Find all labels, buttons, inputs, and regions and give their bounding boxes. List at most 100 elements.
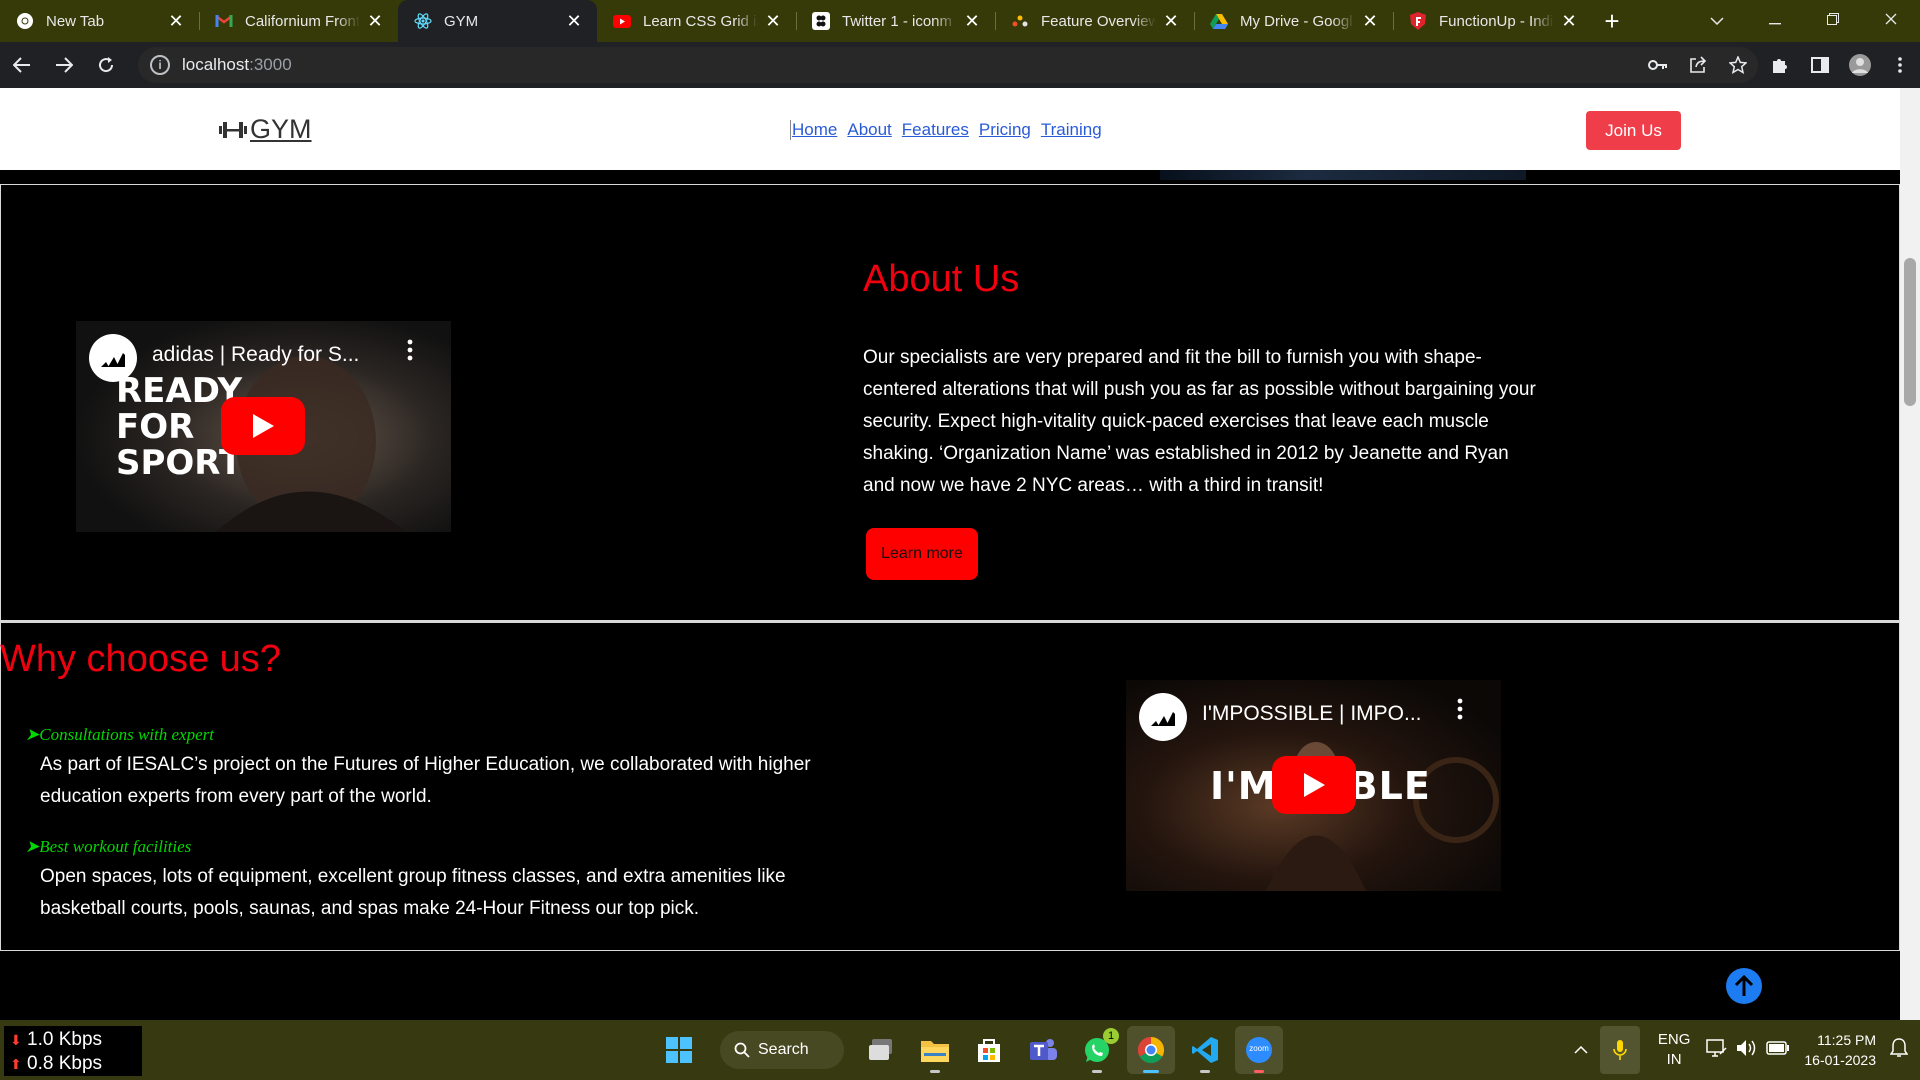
feature-title-text: Best workout facilities — [39, 837, 192, 856]
clock-date: 16-01-2023 — [1804, 1052, 1876, 1068]
gmail-icon — [215, 12, 233, 30]
restore-icon[interactable] — [1804, 12, 1862, 30]
key-icon[interactable] — [1638, 60, 1678, 70]
nav-link-features[interactable]: Features — [901, 120, 969, 140]
youtube-play-icon[interactable] — [221, 397, 305, 455]
profile-avatar[interactable] — [1840, 54, 1880, 76]
page-viewport: GYM Home About Features Pricing Training… — [0, 88, 1920, 1020]
whatsapp-icon[interactable]: 1 — [1073, 1026, 1121, 1074]
scroll-to-top-button[interactable] — [1726, 968, 1762, 1004]
windows-start-icon[interactable] — [655, 1026, 703, 1074]
desktop: New Tab ✕ Californium Front ✕ GYM ✕ Lear… — [0, 0, 1920, 1080]
tab-californium[interactable]: Californium Front ✕ — [199, 0, 398, 42]
close-window-icon[interactable] — [1862, 12, 1920, 30]
nav-link-training[interactable]: Training — [1040, 120, 1102, 140]
youtube-icon — [613, 12, 631, 30]
microsoft-store-icon[interactable] — [965, 1026, 1013, 1074]
taskbar-search[interactable]: Search — [720, 1031, 844, 1069]
feature-text: Open spaces, lots of equipment, excellen… — [40, 866, 786, 919]
tab-title: Californium Front — [245, 12, 360, 30]
scrollbar-thumb[interactable] — [1904, 258, 1916, 406]
reload-icon[interactable] — [86, 45, 126, 85]
chrome-menu-icon[interactable] — [1880, 57, 1920, 73]
extensions-puzzle-icon[interactable] — [1760, 56, 1800, 74]
tab-search-chevron-icon[interactable] — [1688, 12, 1746, 30]
file-explorer-icon[interactable] — [911, 1026, 959, 1074]
video-title: I'MPOSSIBLE | IMPO... — [1202, 702, 1422, 725]
battery-icon[interactable] — [1766, 1040, 1790, 1060]
nav-link-home[interactable]: Home — [791, 120, 837, 140]
overlay-line: FOR — [116, 407, 195, 447]
close-tab-icon[interactable]: ✕ — [1162, 11, 1180, 31]
url-port: :3000 — [249, 55, 292, 74]
react-icon — [414, 12, 432, 30]
close-tab-icon[interactable]: ✕ — [1361, 11, 1379, 31]
download-arrow-icon: ⬇ — [10, 1032, 22, 1048]
youtube-play-icon[interactable] — [1272, 756, 1356, 814]
site-info-icon[interactable]: i — [150, 55, 170, 75]
region-code: IN — [1666, 1051, 1682, 1068]
tab-new-tab[interactable]: New Tab ✕ — [0, 0, 199, 42]
teams-icon[interactable] — [1019, 1026, 1067, 1074]
feature-title: ➤Best workout facilities — [25, 837, 191, 857]
arrow-bullet-icon: ➤ — [25, 837, 40, 856]
close-tab-icon[interactable]: ✕ — [764, 11, 782, 31]
close-tab-icon[interactable]: ✕ — [167, 11, 185, 31]
gym-logo[interactable]: GYM — [218, 114, 312, 145]
adidas-channel-icon — [1139, 693, 1187, 741]
side-panel-icon[interactable] — [1800, 57, 1840, 73]
tab-my-drive[interactable]: My Drive - Googl ✕ — [1194, 0, 1393, 42]
close-tab-icon[interactable]: ✕ — [1560, 11, 1578, 31]
video-menu-icon[interactable] — [407, 339, 413, 361]
notifications-icon[interactable] — [1889, 1037, 1909, 1063]
share-icon[interactable] — [1678, 56, 1718, 74]
tab-title: My Drive - Googl — [1240, 12, 1353, 30]
new-tab-button[interactable]: + — [1592, 0, 1632, 42]
dumbbell-icon — [219, 121, 247, 138]
net-down-speed: 1.0 Kbps — [27, 1029, 103, 1050]
volume-icon[interactable] — [1736, 1039, 1758, 1062]
task-view-icon[interactable] — [857, 1026, 905, 1074]
chrome-taskbar-icon[interactable] — [1127, 1026, 1175, 1074]
logo-text: GYM — [250, 114, 312, 144]
zoom-icon[interactable]: zoom — [1235, 1026, 1283, 1074]
nav-link-about[interactable]: About — [846, 120, 891, 140]
tab-title: Feature Overview — [1041, 12, 1156, 30]
learn-more-button[interactable]: Learn more — [866, 528, 978, 580]
video-menu-icon[interactable] — [1457, 698, 1463, 720]
about-video[interactable]: adidas | Ready for S... READY FOR SPORT — [76, 321, 451, 532]
why-title: Why choose us? — [0, 638, 281, 680]
forward-arrow-icon[interactable] — [44, 45, 84, 85]
tab-twitter[interactable]: Twitter 1 - iconm ✕ — [796, 0, 995, 42]
language-code: ENG — [1657, 1031, 1691, 1048]
upload-arrow-icon: ⬆ — [10, 1056, 22, 1072]
about-text: Our specialists are very prepared and fi… — [863, 347, 1536, 496]
tab-learn-css-grid[interactable]: Learn CSS Grid in ✕ — [597, 0, 796, 42]
minimize-icon[interactable] — [1746, 12, 1804, 30]
close-tab-icon[interactable]: ✕ — [565, 11, 583, 31]
join-us-button[interactable]: Join Us — [1586, 111, 1681, 150]
clock-time: 11:25 PM — [1817, 1032, 1876, 1048]
close-tab-icon[interactable]: ✕ — [963, 11, 981, 31]
hero-image-edge — [1160, 170, 1526, 180]
show-hidden-icons-chevron-icon[interactable] — [1568, 1046, 1594, 1054]
bookmark-star-icon[interactable] — [1718, 56, 1758, 74]
network-display-icon[interactable] — [1706, 1038, 1728, 1062]
tab-gym[interactable]: GYM ✕ — [398, 0, 597, 42]
browser-toolbar: i localhost :3000 — [0, 42, 1920, 88]
vscode-icon[interactable] — [1181, 1026, 1229, 1074]
functionup-icon — [1409, 12, 1427, 30]
running-indicator — [1143, 1070, 1159, 1073]
microphone-icon[interactable] — [1599, 1026, 1640, 1074]
back-arrow-icon[interactable] — [2, 45, 42, 85]
clock[interactable]: 11:25 PM 16-01-2023 — [1804, 1030, 1876, 1070]
nav-link-pricing[interactable]: Pricing — [978, 120, 1031, 140]
page-scrollbar[interactable] — [1900, 88, 1920, 1020]
why-video[interactable]: I'MPOSSIBLE | IMPO... I'M IBLE — [1126, 680, 1501, 891]
address-bar[interactable]: i localhost :3000 — [138, 47, 1758, 83]
tab-title: Twitter 1 - iconm — [842, 12, 953, 30]
tab-functionup[interactable]: FunctionUp - Indi ✕ — [1393, 0, 1592, 42]
close-tab-icon[interactable]: ✕ — [366, 11, 384, 31]
language-indicator[interactable]: ENG IN — [1658, 1030, 1691, 1070]
tab-feature-overview[interactable]: Feature Overview ✕ — [995, 0, 1194, 42]
